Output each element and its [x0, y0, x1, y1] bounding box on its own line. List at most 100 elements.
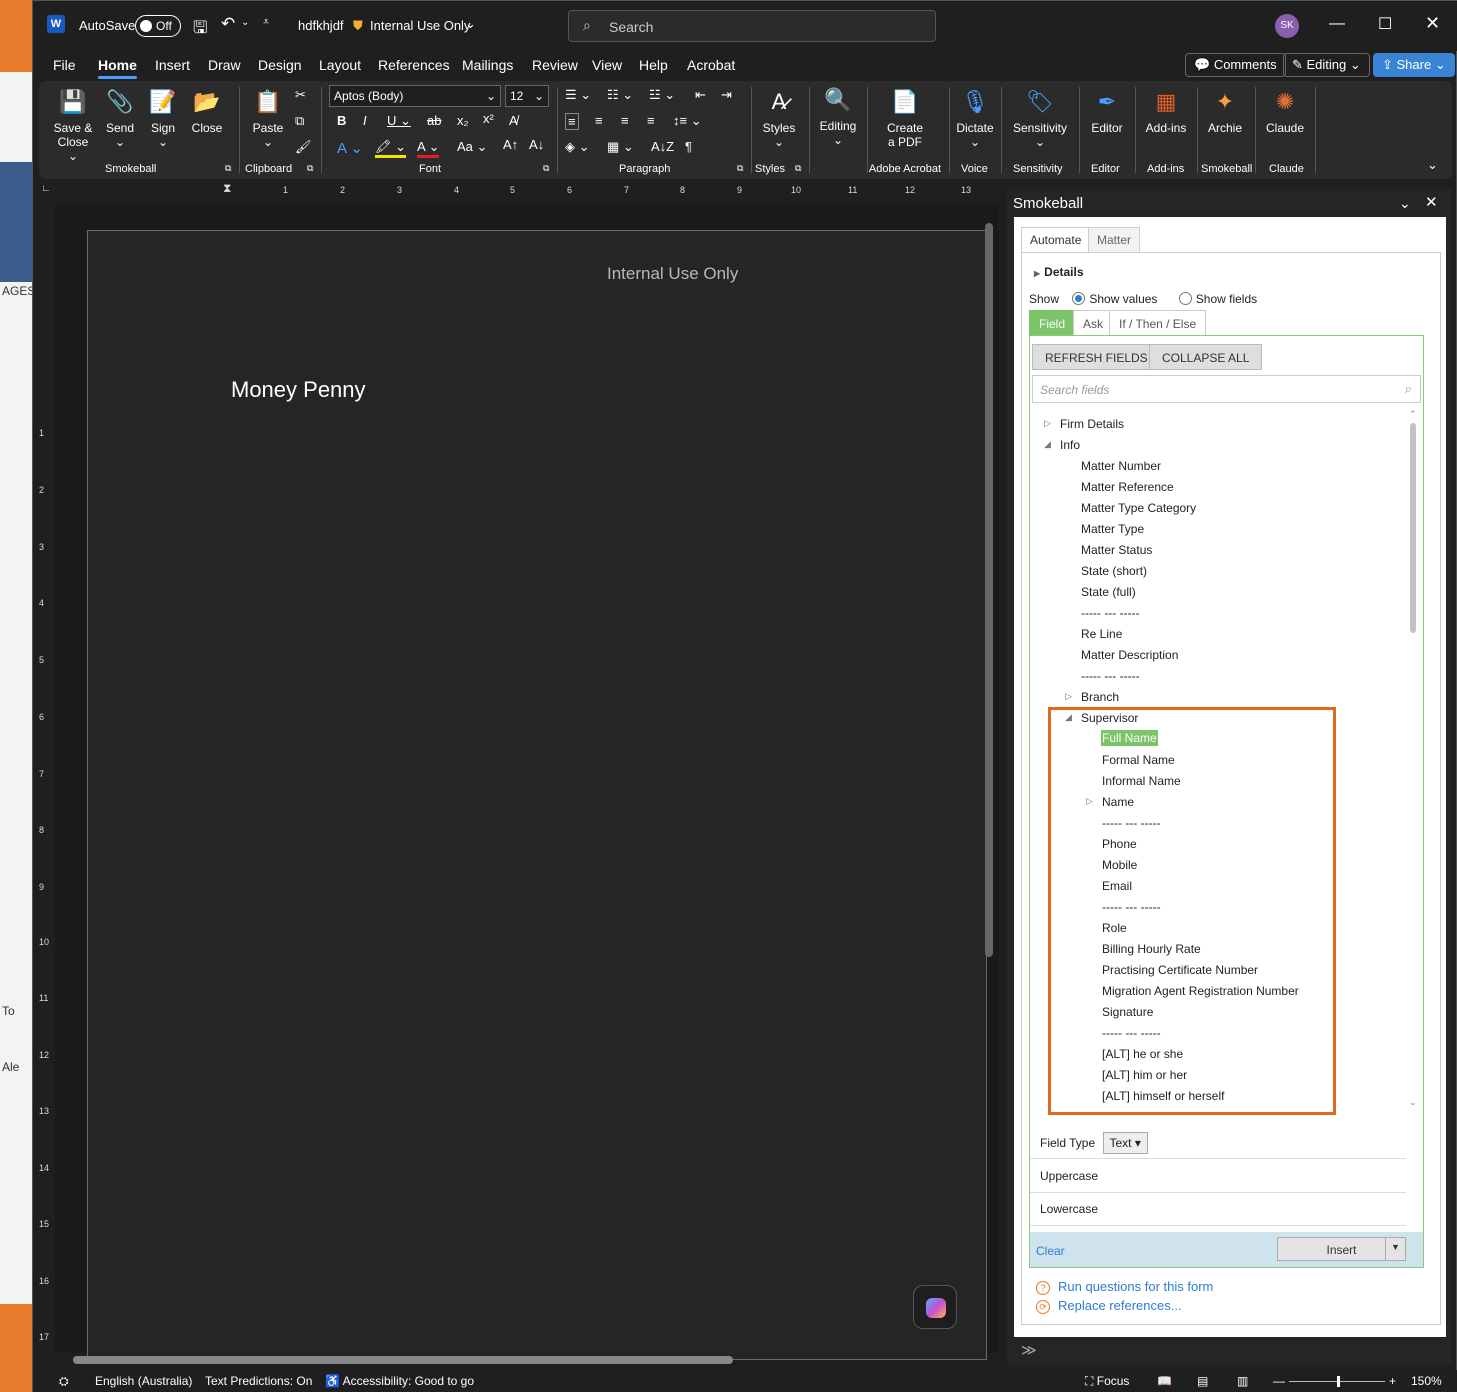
read-mode-icon[interactable]: 📖: [1157, 1374, 1172, 1388]
tree-item[interactable]: Matter Type Category: [1081, 501, 1196, 515]
tab-field[interactable]: Field: [1029, 310, 1076, 336]
tab-file[interactable]: File: [53, 57, 76, 73]
tree-item[interactable]: Matter Type: [1081, 522, 1144, 536]
customize-toolbar-icon[interactable]: ⩡: [263, 16, 269, 29]
tab-layout[interactable]: Layout: [319, 57, 361, 73]
text-predictions-status[interactable]: Text Predictions: On: [205, 1374, 312, 1388]
editing-button[interactable]: 🔍 Editing ⌄: [813, 87, 863, 147]
tree-item[interactable]: State (full): [1081, 585, 1136, 599]
claude-button[interactable]: ✺ Claude: [1263, 89, 1307, 135]
text-effects-icon[interactable]: A ⌄: [337, 139, 363, 157]
autosave-toggle[interactable]: Off: [135, 15, 181, 37]
print-layout-icon[interactable]: ▤: [1197, 1374, 1208, 1388]
chevron-down-icon[interactable]: ⌄: [241, 17, 249, 28]
tab-view[interactable]: View: [592, 57, 622, 73]
tab-matter[interactable]: Matter: [1088, 227, 1141, 253]
bold-icon[interactable]: B: [337, 113, 346, 128]
refresh-fields-button[interactable]: REFRESH FIELDS: [1032, 344, 1161, 370]
tree-item-firm-details[interactable]: ▷ Firm Details: [1044, 417, 1124, 431]
format-painter-icon[interactable]: 🖌: [295, 139, 312, 155]
superscript-icon[interactable]: x²: [483, 111, 494, 126]
details-toggle[interactable]: ▶ Details: [1034, 265, 1084, 279]
tab-automate[interactable]: Automate: [1021, 227, 1091, 253]
shrink-font-icon[interactable]: A↓: [529, 137, 544, 152]
scroll-up-icon[interactable]: ⌃: [1409, 409, 1417, 420]
tree-item-info[interactable]: ◢ Info: [1044, 438, 1080, 452]
accessibility-status[interactable]: ♿ Accessibility: Good to go: [325, 1374, 474, 1388]
font-size-select[interactable]: 12 ⌄: [505, 85, 549, 107]
comments-button[interactable]: 💬 Comments: [1185, 53, 1286, 77]
chevron-down-icon[interactable]: ⌄: [465, 16, 476, 32]
decrease-indent-icon[interactable]: ⇤: [695, 87, 706, 103]
tree-scrollbar[interactable]: ⌃ ⌄: [1409, 409, 1417, 1108]
tab-selector-icon[interactable]: ∟: [41, 183, 51, 194]
language-status[interactable]: English (Australia): [95, 1374, 192, 1388]
proofing-icon[interactable]: ⛭: [59, 1374, 69, 1389]
styles-button[interactable]: A̷ Styles ⌄: [759, 89, 799, 149]
clear-formatting-icon[interactable]: A̸: [509, 113, 518, 128]
tab-acrobat[interactable]: Acrobat: [687, 57, 735, 73]
tab-draw[interactable]: Draw: [208, 57, 241, 73]
web-layout-icon[interactable]: ▥: [1237, 1374, 1248, 1388]
tab-review[interactable]: Review: [532, 57, 578, 73]
scissors-icon[interactable]: ✂: [295, 87, 306, 103]
copy-icon[interactable]: ⧉: [295, 113, 304, 129]
zoom-slider-thumb[interactable]: [1337, 1376, 1340, 1387]
close-pane-icon[interactable]: ✕: [1425, 193, 1438, 211]
show-fields-radio[interactable]: Show fields: [1178, 292, 1257, 306]
insert-dropdown-icon[interactable]: ▼: [1385, 1238, 1405, 1260]
avatar[interactable]: SK: [1275, 14, 1299, 38]
editing-mode-button[interactable]: ✎ Editing ⌄: [1283, 53, 1370, 77]
insert-button[interactable]: Insert ▼: [1277, 1237, 1406, 1261]
show-marks-icon[interactable]: ¶: [685, 139, 692, 154]
font-name-select[interactable]: Aptos (Body) ⌄: [329, 85, 501, 107]
lowercase-option[interactable]: Lowercase: [1030, 1193, 1406, 1226]
tree-item[interactable]: Matter Description: [1081, 648, 1178, 662]
undo-icon[interactable]: ↶: [221, 14, 235, 34]
strikethrough-icon[interactable]: ab: [427, 113, 441, 128]
zoom-slider[interactable]: [1289, 1376, 1385, 1387]
numbering-icon[interactable]: ☷ ⌄: [607, 87, 633, 103]
close-button[interactable]: 📂 Close: [187, 89, 227, 135]
change-case-icon[interactable]: Aa ⌄: [457, 139, 487, 155]
tree-item[interactable]: Re Line: [1081, 627, 1122, 641]
maximize-icon[interactable]: ☐: [1378, 14, 1392, 34]
vertical-ruler[interactable]: 1 2 3 4 5 6 7 8 9 10 11 12 13 14 15 16 1…: [33, 203, 55, 1353]
vertical-scrollbar[interactable]: [985, 223, 993, 957]
run-questions-link[interactable]: ? Run questions for this form: [1036, 1279, 1213, 1295]
tree-item[interactable]: Matter Status: [1081, 543, 1152, 557]
collapse-ribbon-icon[interactable]: ⌄: [1427, 157, 1438, 173]
dictate-button[interactable]: 🎙 Dictate ⌄: [955, 89, 995, 149]
collapse-all-button[interactable]: COLLAPSE ALL: [1149, 344, 1263, 370]
line-spacing-icon[interactable]: ↕≡ ⌄: [673, 113, 702, 129]
save-close-button[interactable]: 💾 Save & Close ⌄: [51, 89, 95, 163]
show-values-radio[interactable]: Show values: [1072, 292, 1157, 306]
italic-icon[interactable]: I: [363, 113, 367, 128]
dialog-launcher-icon[interactable]: ⧉: [737, 163, 743, 174]
scroll-down-icon[interactable]: ⌄: [1409, 1097, 1417, 1108]
clear-link[interactable]: Clear: [1036, 1244, 1065, 1258]
tab-if-then-else[interactable]: If / Then / Else: [1109, 310, 1207, 336]
replace-references-link[interactable]: ⟳ Replace references...: [1036, 1298, 1182, 1314]
indent-marker-icon[interactable]: ⧗: [223, 181, 231, 196]
tree-item[interactable]: Matter Number: [1081, 459, 1161, 473]
align-right-icon[interactable]: ≡: [621, 113, 629, 128]
add-ins-button[interactable]: ▦ Add-ins: [1143, 89, 1189, 135]
tab-mailings[interactable]: Mailings: [462, 57, 513, 73]
archie-button[interactable]: ✦ Archie: [1203, 89, 1247, 135]
tab-design[interactable]: Design: [258, 57, 302, 73]
subscript-icon[interactable]: x₂: [457, 113, 469, 128]
expand-pane-icon[interactable]: ≫: [1021, 1341, 1037, 1359]
tab-insert[interactable]: Insert: [155, 57, 190, 73]
search-fields-input[interactable]: Search fields ⌕: [1032, 375, 1421, 403]
align-left-icon[interactable]: ≡: [565, 113, 579, 130]
dialog-launcher-icon[interactable]: ⧉: [543, 163, 549, 174]
sensitivity-button[interactable]: 🏷 Sensitivity ⌄: [1009, 89, 1071, 149]
field-type-select[interactable]: Text ▾: [1102, 1132, 1148, 1154]
tab-ask[interactable]: Ask: [1073, 310, 1114, 336]
align-center-icon[interactable]: ≡: [595, 113, 603, 128]
dialog-launcher-icon[interactable]: ⧉: [795, 163, 801, 174]
editor-button[interactable]: ✒ Editor: [1085, 89, 1129, 135]
pane-options-icon[interactable]: ⌄: [1399, 195, 1411, 212]
paste-button[interactable]: 📋 Paste ⌄: [249, 89, 287, 149]
